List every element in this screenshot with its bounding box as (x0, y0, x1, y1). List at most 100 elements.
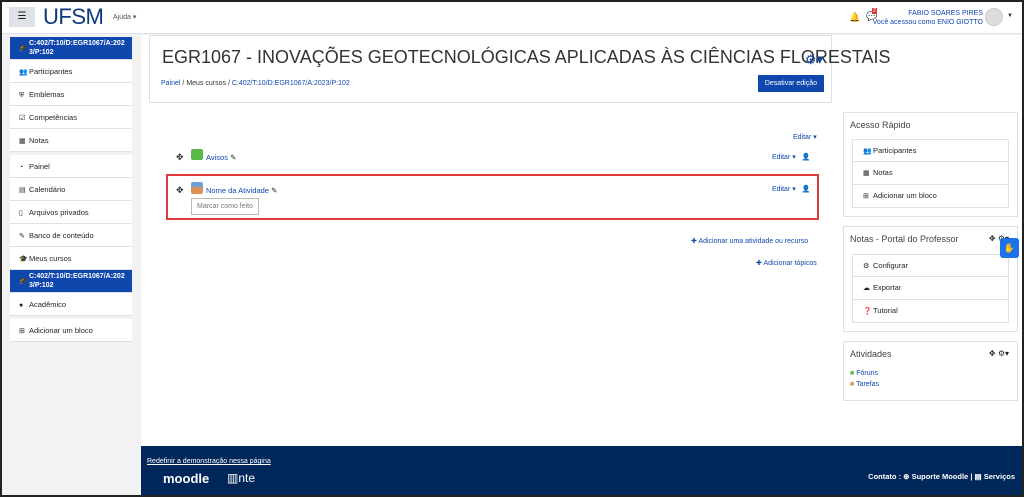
move-icon[interactable]: ✥ (989, 234, 996, 243)
file-icon: ▯ (19, 210, 23, 217)
calendar-icon: ▤ (19, 187, 26, 194)
bell-icon[interactable]: 🔔 (849, 12, 860, 23)
user-icon[interactable]: 👤 (802, 154, 811, 161)
block-title: Atividades (850, 349, 892, 359)
breadcrumb: Painel / Meus cursos / C:402/T:10/D:EGR1… (161, 80, 350, 87)
dashboard-icon: ◔ (19, 164, 24, 171)
link-tarefas[interactable]: ■ Tarefas (850, 381, 879, 388)
quick-participantes[interactable]: 👥Participantes (852, 139, 1009, 162)
user-icon[interactable]: 👤 (802, 186, 811, 193)
activity-edit-menu[interactable]: Editar ▾ 👤 (772, 153, 810, 161)
block-controls[interactable]: ✥ ⚙▾ (989, 349, 1009, 358)
label: Adicionar uma atividade ou recurso (698, 238, 809, 245)
grades-exportar[interactable]: ☁ Exportar (852, 277, 1009, 300)
breadcrumb-course[interactable]: C:402/T:10/D:EGR1067/A:2023/P:102 (232, 80, 350, 87)
breadcrumb-painel[interactable]: Painel (161, 80, 180, 87)
move-icon[interactable]: ✥ (176, 152, 184, 163)
forum-icon: ■ (850, 370, 855, 377)
nte-mark-icon: ▥ (227, 471, 239, 485)
activity-nome-da-atividade[interactable]: Nome da Atividade ✎ (206, 186, 277, 195)
label: Participantes (873, 146, 917, 155)
table-icon: ▦ (19, 138, 26, 145)
label: Meus cursos (29, 254, 72, 263)
label: Nome da Atividade (206, 186, 269, 195)
quick-add-block[interactable]: ⊞ Adicionar um bloco (852, 185, 1009, 208)
activity-avisos[interactable]: Avisos ✎ (206, 153, 236, 162)
sidebar: 🎓 C:402/T:10/D:EGR1067/A:2023/P:102 👥Part… (10, 37, 132, 342)
avatar[interactable] (985, 8, 1003, 26)
add-activity-link[interactable]: ✚ Adicionar uma atividade ou recurso (691, 237, 808, 245)
section-edit-menu[interactable]: Editar ▾ (793, 133, 817, 141)
sidebar-item-course-2[interactable]: 🎓 C:402/T:10/D:EGR1067/A:2023/P:102 (10, 270, 132, 293)
sidebar-item-course[interactable]: 🎓 C:402/T:10/D:EGR1067/A:2023/P:102 (10, 37, 132, 60)
grades-configurar[interactable]: ⚙ Configurar (852, 254, 1009, 277)
link-foruns[interactable]: ■ Fóruns (850, 370, 878, 377)
sidebar-item-academico[interactable]: ● Acadêmico (10, 293, 132, 316)
user-menu[interactable]: FABIO SOARES PIRES Você acessou como ENIO… (873, 9, 983, 27)
footer-contact: Contato : ⊕ Suporte Moodle | ▤ Serviços (868, 472, 1015, 481)
sidebar-item-banco[interactable]: ✎ Banco de conteúdo (10, 224, 132, 247)
moodle-logo[interactable]: moodle (163, 471, 209, 486)
label: Painel (29, 162, 50, 171)
label: Notas (873, 168, 893, 177)
block-acesso-rapido: Acesso Rápido 👥Participantes ▦ Notas ⊞ Adi… (843, 112, 1018, 217)
pencil-icon[interactable]: ✎ (271, 186, 277, 195)
accessibility-icon[interactable]: ✋ (1000, 238, 1019, 258)
label: Editar (772, 186, 791, 193)
chevron-down-icon[interactable]: ▼ (1007, 13, 1013, 19)
page-title: EGR1067 - INOVAÇÕES GEOTECNOLÓGICAS APLI… (162, 47, 891, 67)
reset-demo-link[interactable]: Redefinir a demonstração nessa página (147, 458, 271, 465)
hamburger-icon[interactable]: ☰ (9, 7, 35, 27)
sidebar-item-emblemas[interactable]: ⛨ Emblemas (10, 83, 132, 106)
logo[interactable]: UFSM (43, 4, 104, 30)
help-menu[interactable]: Ajuda ▾ (113, 13, 136, 21)
activity-edit-menu[interactable]: Editar ▾ 👤 (772, 185, 810, 193)
checkbox-icon: ☑ (19, 115, 26, 122)
sidebar-item-calendario[interactable]: ▤ Calendário (10, 178, 132, 201)
label: Notas (29, 136, 49, 145)
pencil-icon[interactable]: ✎ (230, 153, 236, 162)
label: Configurar (873, 261, 909, 270)
footer: Redefinir a demonstração nessa página mo… (141, 446, 1022, 495)
grades-tutorial[interactable]: ❓Tutorial (852, 300, 1009, 323)
breadcrumb-meus-cursos[interactable]: Meus cursos (186, 80, 226, 87)
label: Editar (793, 134, 812, 141)
nte-logo[interactable]: ▥nte (227, 471, 255, 485)
label: C:402/T:10/D:EGR1067/A:2023/P:102 (29, 273, 125, 289)
label: C:402/T:10/D:EGR1067/A:2023/P:102 (29, 40, 125, 56)
plus-icon: ✚ (756, 260, 762, 267)
table-icon: ▦ (863, 170, 870, 177)
sidebar-item-participantes[interactable]: 👥Participantes (10, 60, 132, 83)
add-topics-link[interactable]: ✚ Adicionar tópicos (756, 259, 817, 267)
mark-done-button[interactable]: Marcar como feito (191, 198, 260, 215)
sidebar-item-meus-cursos[interactable]: 🎓Meus cursos (10, 247, 132, 270)
gear-icon[interactable]: ⚙▾ (805, 52, 823, 68)
comment-icon: ● (19, 302, 24, 309)
sidebar-item-painel[interactable]: ◔ Painel (10, 155, 132, 178)
label: Tutorial (873, 306, 898, 315)
label: Adicionar um bloco (29, 326, 93, 335)
brush-icon: ✎ (19, 233, 25, 240)
users-icon: 👥 (19, 69, 28, 76)
toggle-edit-button[interactable]: Desativar edição (757, 75, 824, 92)
assignment-icon: ■ (850, 381, 855, 388)
gear-icon[interactable]: ⚙ (998, 349, 1005, 358)
sidebar-item-notas[interactable]: ▦ Notas (10, 129, 132, 152)
graduation-cap-icon: 🎓 (19, 256, 28, 263)
shield-icon: ⛨ (19, 92, 25, 99)
cloud-download-icon: ☁ (863, 285, 870, 292)
main-region: EGR1067 - INOVAÇÕES GEOTECNOLÓGICAS APLI… (141, 35, 1022, 448)
block-notas-portal: Notas - Portal do Professor ✥ ⚙▾ ⚙Config… (843, 226, 1018, 332)
sidebar-item-competencias[interactable]: ☑ Competências (10, 106, 132, 129)
label: Adicionar um bloco (873, 191, 937, 200)
users-icon: 👥 (863, 148, 872, 155)
move-icon[interactable]: ✥ (989, 349, 996, 358)
move-icon[interactable]: ✥ (176, 185, 184, 196)
support-link[interactable]: Suporte Moodle (912, 472, 969, 481)
sidebar-item-arquivos[interactable]: ▯ Arquivos privados (10, 201, 132, 224)
services-link[interactable]: Serviços (984, 472, 1015, 481)
sidebar-item-add-block[interactable]: ⊞ Adicionar um bloco (10, 319, 132, 342)
quick-notas[interactable]: ▦ Notas (852, 162, 1009, 185)
forum-icon (191, 149, 203, 160)
plus-icon: ✚ (691, 238, 697, 245)
